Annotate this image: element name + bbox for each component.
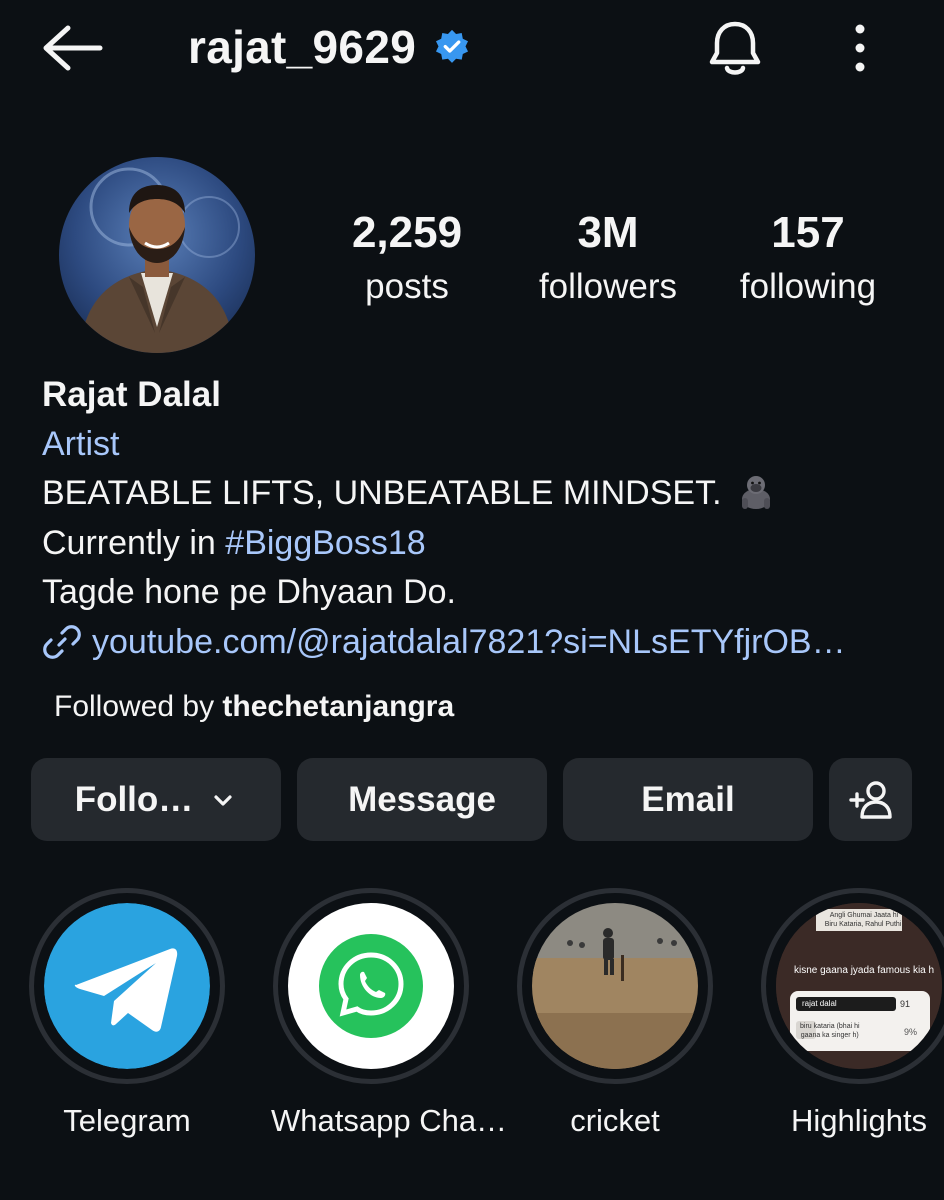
bio-line-1: BEATABLE LIFTS, UNBEATABLE MINDSET.	[42, 469, 922, 519]
more-options-icon[interactable]	[842, 20, 878, 76]
posts-count[interactable]: 2,259 posts	[312, 205, 502, 313]
followed-by-prefix: Followed by	[54, 690, 223, 723]
story-option-1: rajat dalal	[802, 999, 837, 1008]
message-button[interactable]: Message	[297, 758, 547, 841]
posts-label: posts	[365, 267, 449, 306]
followed-by-user: thechetanjangra	[222, 690, 455, 723]
whatsapp-icon	[288, 903, 454, 1069]
gorilla-emoji-icon	[742, 476, 770, 509]
following-button[interactable]: Follo…	[31, 758, 281, 841]
story-text-line: gaana ka singer h)	[800, 1032, 859, 1039]
following-count[interactable]: 157 following	[713, 205, 903, 313]
suggested-users-button[interactable]	[829, 758, 912, 841]
following-button-label: Follo…	[74, 779, 194, 819]
followers-label: followers	[538, 267, 678, 306]
highlight-label: Telegram	[63, 1103, 191, 1138]
followers-number: 3M	[577, 208, 639, 257]
story-question: kisne gaana jyada famous kia h	[794, 965, 935, 976]
top-bar: rajat_9629	[0, 0, 944, 100]
story-option-2: biru kataria (bhai hi gaana ka singer h)	[800, 1022, 860, 1040]
message-button-label: Message	[348, 779, 496, 819]
highlight-telegram[interactable]: Telegram	[27, 888, 227, 1142]
highlight-cricket[interactable]: cricket	[515, 888, 715, 1142]
highlight-whatsapp[interactable]: Whatsapp Cha…	[271, 888, 508, 1142]
following-number: 157	[771, 208, 845, 257]
story-option-1-pct: 91	[900, 999, 911, 1009]
highlight-highlights[interactable]: Angli Ghumai Jaata hi Biru Kataria, Rahu…	[759, 888, 944, 1142]
telegram-icon	[44, 903, 210, 1069]
highlight-ring	[29, 888, 225, 1084]
story-text-top: Angli Ghumai Jaata hi Biru Kataria, Rahu…	[824, 911, 904, 929]
story-option-2-pct: 9%	[904, 1027, 918, 1037]
email-button[interactable]: Email	[563, 758, 813, 841]
bio-line-2-text: Currently in	[42, 523, 226, 562]
highlight-label: Whatsapp Cha…	[271, 1103, 508, 1138]
story-text-line: biru kataria (bhai hi	[800, 1023, 860, 1030]
highlight-ring: Angli Ghumai Jaata hi Biru Kataria, Rahu…	[761, 888, 944, 1084]
username-header: rajat_9629	[188, 18, 470, 76]
external-link[interactable]: youtube.com/@rajatdalal7821?si=NLsETYfjr…	[42, 618, 922, 668]
profile-avatar[interactable]	[59, 157, 255, 353]
bio-line-2: Currently in #BiggBoss18	[42, 519, 922, 569]
chevron-down-icon	[214, 794, 232, 806]
bio-line-3: Tagde hone pe Dhyaan Do.	[42, 573, 456, 611]
highlight-label: Highlights	[790, 1103, 928, 1138]
link-icon	[43, 625, 81, 660]
story-text-line: Angli Ghumai Jaata hi	[829, 912, 899, 919]
posts-number: 2,259	[351, 208, 463, 257]
profile-page: rajat_9629 2,259 posts 3M followers 157 …	[0, 0, 944, 1200]
hashtag-link[interactable]: #BiggBoss18	[225, 524, 425, 562]
profile-bio: Rajat Dalal Artist BEATABLE LIFTS, UNBEA…	[42, 370, 922, 667]
highlight-ring	[517, 888, 713, 1084]
highlight-label: cricket	[570, 1103, 660, 1138]
cricket-photo	[532, 903, 698, 1069]
username: rajat_9629	[188, 21, 417, 73]
link-text: youtube.com/@rajatdalal7821?si=NLsETYfjr…	[92, 622, 846, 661]
followers-count[interactable]: 3M followers	[513, 205, 703, 313]
story-screenshot: Angli Ghumai Jaata hi Biru Kataria, Rahu…	[776, 903, 942, 1069]
story-text-line: Biru Kataria, Rahul Puthi,	[824, 921, 904, 928]
display-name: Rajat Dalal	[42, 375, 221, 414]
add-user-icon	[848, 780, 892, 819]
verified-badge-icon	[436, 29, 469, 63]
bio-line-1-text: BEATABLE LIFTS, UNBEATABLE MINDSET.	[42, 474, 722, 512]
highlight-ring	[273, 888, 469, 1084]
email-button-label: Email	[641, 779, 735, 819]
followed-by[interactable]: Followed by thechetanjangra	[54, 686, 454, 728]
notification-bell-icon[interactable]	[704, 18, 766, 80]
following-label: following	[739, 267, 877, 306]
profile-category: Artist	[42, 424, 120, 463]
back-arrow-icon[interactable]	[40, 22, 104, 74]
